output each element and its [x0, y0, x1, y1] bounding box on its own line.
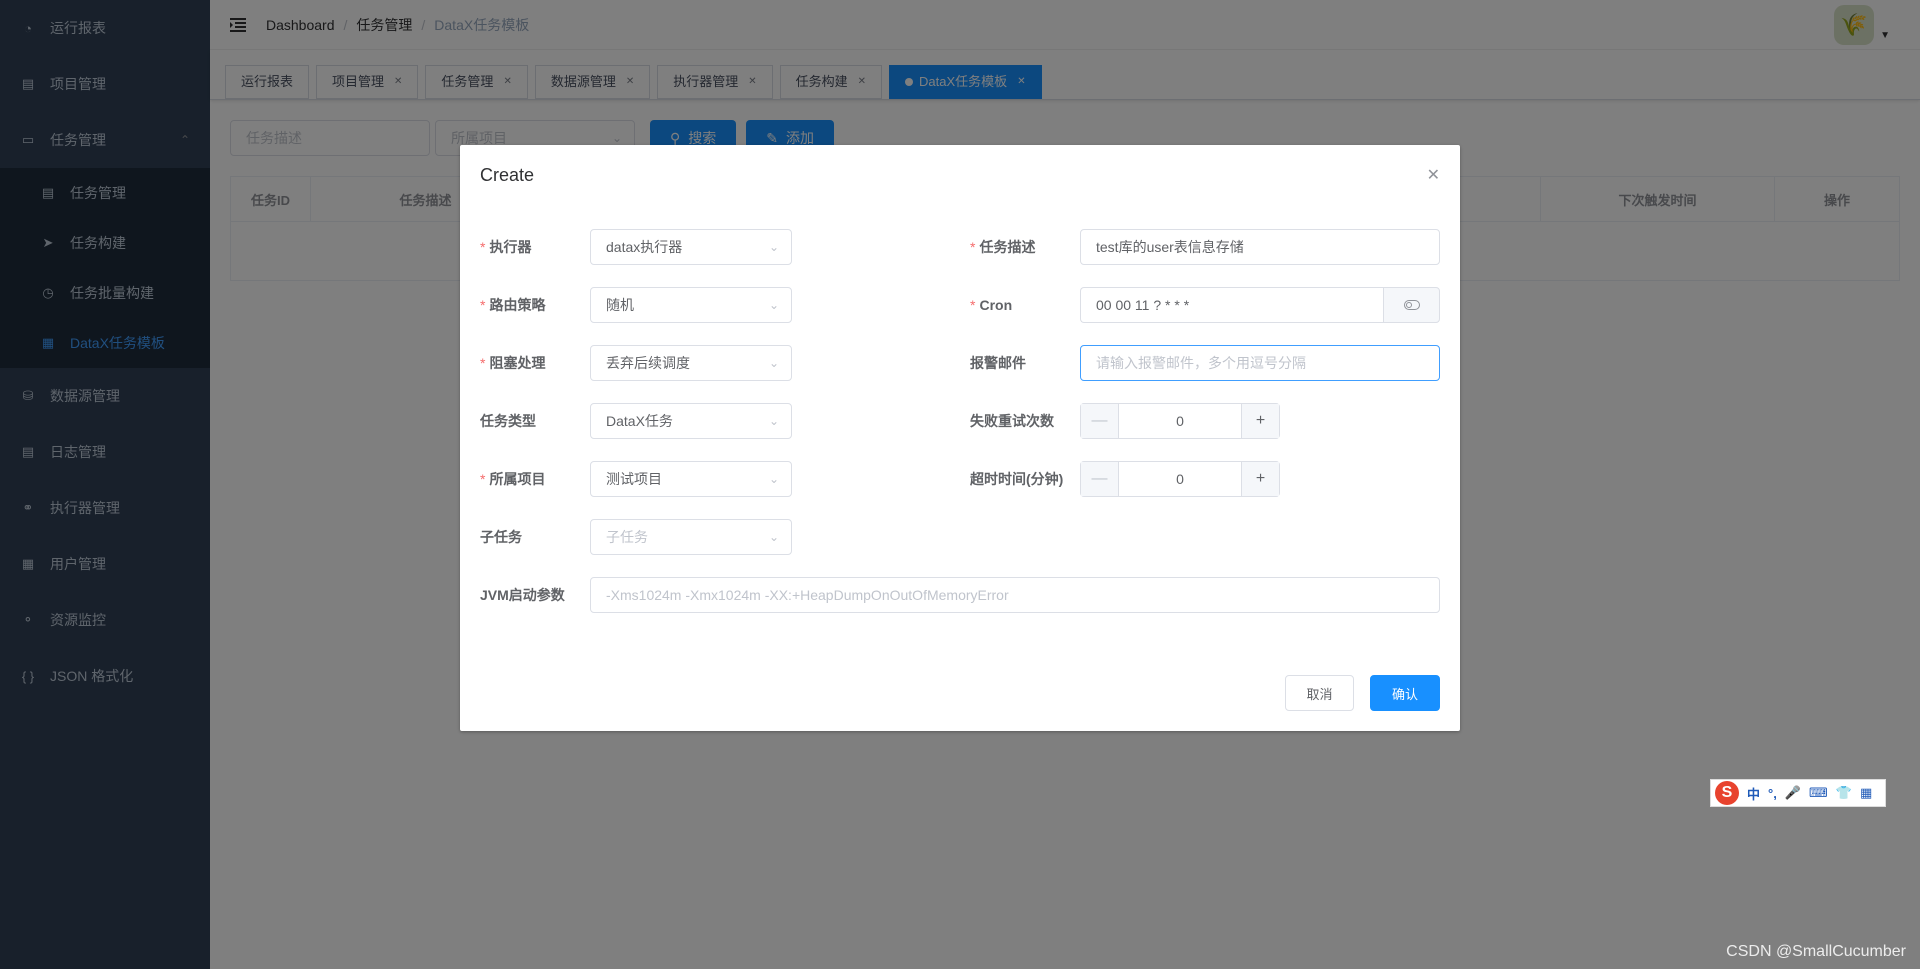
form-label: * 执行器: [480, 239, 532, 255]
cron-input[interactable]: 00 00 11 ? * * *: [1080, 287, 1383, 323]
create-dialog: Create ✕ * 执行器 datax执行器 ⌄ * 路由策略 随机 ⌄ * 阻塞处…: [460, 145, 1460, 731]
form-label: 超时时间(分钟): [970, 471, 1064, 487]
ime-toolbar: S 中 °, 🎤 ⌨ 👕 ▦: [1710, 779, 1886, 807]
form-item-route: * 路由策略 随机 ⌄: [480, 287, 792, 323]
form-item-cron: * Cron 00 00 11 ? * * *: [970, 287, 1440, 323]
increment-button[interactable]: +: [1241, 404, 1279, 438]
input-value: test库的user表信息存储: [1096, 239, 1244, 255]
task-desc-input[interactable]: test库的user表信息存储: [1080, 229, 1440, 265]
select-value: datax执行器: [606, 239, 683, 255]
project-select[interactable]: 测试项目 ⌄: [590, 461, 792, 497]
dialog-title: Create: [480, 165, 535, 185]
input-value: 00 00 11 ? * * *: [1096, 297, 1190, 313]
ime-mode[interactable]: 中: [1747, 784, 1760, 803]
cron-input-group: 00 00 11 ? * * *: [1080, 287, 1440, 323]
jvm-params-input[interactable]: -Xms1024m -Xmx1024m -XX:+HeapDumpOnOutOf…: [590, 577, 1440, 613]
stepper-value[interactable]: 0: [1119, 404, 1241, 438]
select-value: 随机: [606, 297, 634, 313]
apps-icon[interactable]: ▦: [1860, 785, 1872, 801]
form-label: JVM启动参数: [480, 587, 565, 603]
form-item-block: * 阻塞处理 丢弃后续调度 ⌄: [480, 345, 792, 381]
decrement-button[interactable]: —: [1081, 462, 1119, 496]
task-type-select[interactable]: DataX任务 ⌄: [590, 403, 792, 439]
form-item-retry: 失败重试次数 — 0 +: [970, 403, 1280, 439]
form-item-email: 报警邮件 请输入报警邮件，多个用逗号分隔: [970, 345, 1440, 381]
increment-button[interactable]: +: [1241, 462, 1279, 496]
form-item-executor: * 执行器 datax执行器 ⌄: [480, 229, 792, 265]
form-label: * 阻塞处理: [480, 355, 546, 371]
form-label: * 所属项目: [480, 471, 546, 487]
form-item-desc: * 任务描述 test库的user表信息存储: [970, 229, 1440, 265]
input-placeholder: 请输入报警邮件，多个用逗号分隔: [1096, 355, 1306, 371]
form-item-project: * 所属项目 测试项目 ⌄: [480, 461, 792, 497]
form-label: * Cron: [970, 297, 1013, 313]
alarm-email-input[interactable]: 请输入报警邮件，多个用逗号分隔: [1080, 345, 1440, 381]
input-placeholder: -Xms1024m -Xmx1024m -XX:+HeapDumpOnOutOf…: [606, 587, 1009, 603]
form-item-jvm: JVM启动参数 -Xms1024m -Xmx1024m -XX:+HeapDum…: [480, 577, 1440, 613]
cron-editor-button[interactable]: [1383, 287, 1440, 323]
cancel-button[interactable]: 取消: [1285, 675, 1354, 711]
select-value: 丢弃后续调度: [606, 355, 690, 371]
child-task-select[interactable]: 子任务 ⌄: [590, 519, 792, 555]
form-label: 失败重试次数: [970, 413, 1054, 429]
form-item-task-type: 任务类型 DataX任务 ⌄: [480, 403, 792, 439]
form-item-timeout: 超时时间(分钟) — 0 +: [970, 461, 1280, 497]
form-label: 子任务: [480, 529, 522, 545]
decrement-button[interactable]: —: [1081, 404, 1119, 438]
form-label: * 路由策略: [480, 297, 546, 313]
select-placeholder: 子任务: [606, 529, 648, 545]
chevron-down-icon: ⌄: [768, 240, 779, 254]
skin-icon[interactable]: 👕: [1836, 785, 1852, 801]
stepper-value[interactable]: 0: [1119, 462, 1241, 496]
block-strategy-select[interactable]: 丢弃后续调度 ⌄: [590, 345, 792, 381]
select-value: 测试项目: [606, 471, 662, 487]
confirm-button[interactable]: 确认: [1370, 675, 1440, 711]
chevron-down-icon: ⌄: [768, 472, 779, 486]
chevron-down-icon: ⌄: [768, 356, 779, 370]
form-label: 任务类型: [480, 413, 536, 429]
sogou-logo-icon[interactable]: S: [1715, 781, 1739, 805]
close-icon[interactable]: ✕: [1427, 165, 1440, 185]
keyboard-icon[interactable]: ⌨: [1809, 785, 1828, 801]
executor-select[interactable]: datax执行器 ⌄: [590, 229, 792, 265]
route-strategy-select[interactable]: 随机 ⌄: [590, 287, 792, 323]
form-label: 报警邮件: [970, 355, 1026, 371]
watermark: CSDN @SmallCucumber: [1726, 943, 1906, 960]
form-label: * 任务描述: [970, 239, 1036, 255]
select-value: DataX任务: [606, 413, 673, 429]
timeout-stepper: — 0 +: [1080, 461, 1280, 497]
microphone-icon[interactable]: 🎤: [1785, 785, 1801, 801]
form-item-child-task: 子任务 子任务 ⌄: [480, 519, 792, 555]
toggle-icon: [1403, 297, 1420, 313]
chevron-down-icon: ⌄: [768, 298, 779, 312]
chevron-down-icon: ⌄: [768, 530, 779, 544]
retry-count-stepper: — 0 +: [1080, 403, 1280, 439]
chevron-down-icon: ⌄: [768, 414, 779, 428]
ime-punctuation[interactable]: °,: [1768, 786, 1777, 801]
